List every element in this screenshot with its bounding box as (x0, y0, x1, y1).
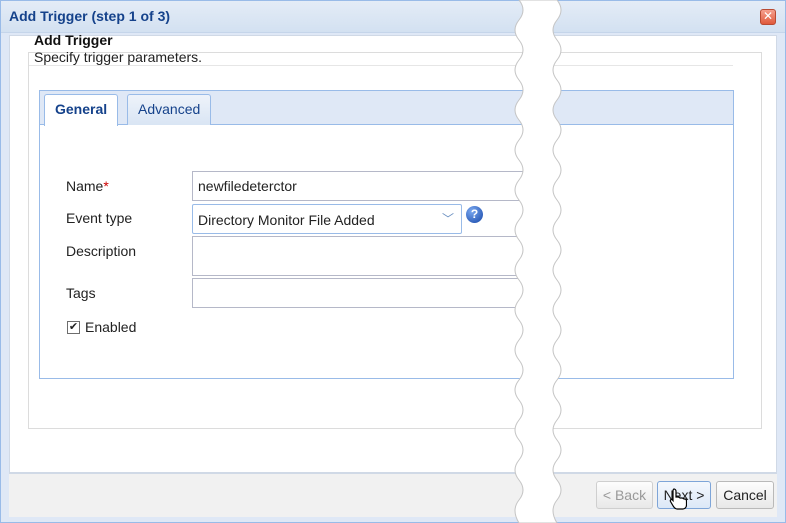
step-title: Add Trigger (34, 32, 113, 48)
tab-advanced[interactable]: Advanced (127, 94, 212, 125)
add-trigger-dialog: Add Trigger (step 1 of 3) ✕ Add Trigger … (0, 0, 786, 523)
tags-label: Tags (66, 285, 96, 301)
dialog-title: Add Trigger (step 1 of 3) (9, 8, 171, 24)
enabled-label[interactable]: Enabled (85, 319, 136, 335)
close-icon[interactable]: ✕ (760, 9, 776, 25)
name-label: Name* (66, 178, 109, 194)
tags-input[interactable] (192, 278, 532, 308)
header-divider (29, 65, 733, 66)
cancel-button[interactable]: Cancel (716, 481, 774, 509)
event-type-label: Event type (66, 210, 133, 226)
enabled-checkbox[interactable]: ✔ (67, 321, 80, 334)
tab-strip: General Advanced (40, 91, 733, 126)
tab-general[interactable]: General (44, 94, 119, 126)
required-marker: * (103, 178, 109, 194)
hand-cursor-icon (669, 488, 687, 510)
back-button[interactable]: < Back (596, 481, 653, 509)
name-input[interactable] (192, 171, 532, 201)
description-input[interactable] (192, 236, 532, 276)
event-type-select[interactable]: Directory Monitor File Added ﹀ (192, 204, 462, 234)
dialog-titlebar[interactable]: Add Trigger (step 1 of 3) ✕ (1, 1, 785, 33)
tab-panel: General Advanced (39, 90, 734, 379)
event-type-value: Directory Monitor File Added (198, 212, 375, 228)
step-subtitle: Specify trigger parameters. (34, 49, 203, 65)
help-icon[interactable]: ? (466, 206, 483, 223)
description-label: Description (66, 243, 137, 259)
chevron-down-icon[interactable]: ﹀ (435, 205, 461, 233)
